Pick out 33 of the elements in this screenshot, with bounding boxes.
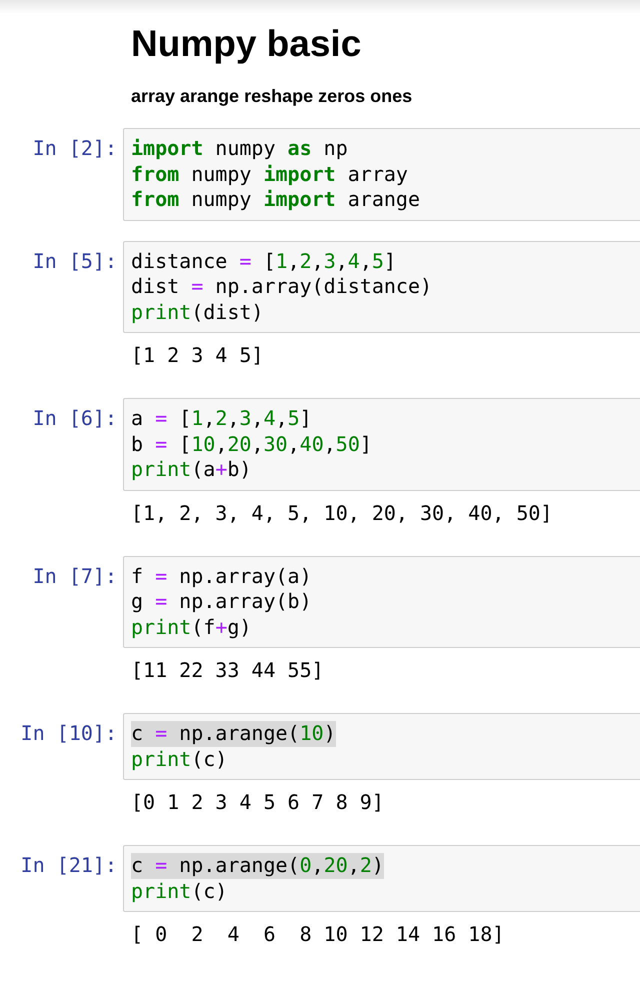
code-cell[interactable]: a = [1,2,3,4,5] b = [10,20,30,40,50] print(a+b) bbox=[123, 398, 640, 490]
code-line: import numpy as np bbox=[131, 136, 348, 162]
code-line: print(c) bbox=[131, 878, 228, 904]
code-line: g = np.array(b) bbox=[131, 589, 312, 614]
code-line: print(c) bbox=[131, 746, 228, 772]
code-cell[interactable]: f = np.array(a) g = np.array(b) print(f+g) bbox=[123, 556, 640, 648]
code-cell[interactable]: distance = [1,2,3,4,5] dist = np.array(distance) print(dist) bbox=[123, 240, 640, 333]
cell-output: [11 22 33 44 55] bbox=[131, 657, 324, 684]
cell-prompt: In [21]: bbox=[20, 852, 117, 878]
cell-output: [ 0 2 4 6 8 10 12 14 16 18] bbox=[131, 921, 504, 948]
code-line: print(dist) bbox=[131, 300, 264, 325]
notebook-subtitle: array arange reshape zeros ones bbox=[131, 85, 414, 108]
cell-prompt: In [5]: bbox=[32, 248, 117, 274]
code-line: distance = [1,2,3,4,5] bbox=[131, 248, 396, 274]
code-line: dist = np.array(distance) bbox=[131, 274, 432, 300]
code-line: f = np.array(a) bbox=[131, 564, 312, 589]
code-line: print(f+g) bbox=[131, 614, 252, 640]
cell-prompt: In [2]: bbox=[32, 135, 117, 162]
code-line: b = [10,20,30,40,50] bbox=[131, 432, 372, 457]
code-cell[interactable]: import numpy as np from numpy import array from numpy import arange bbox=[123, 128, 640, 220]
code-line: from numpy import arange bbox=[131, 187, 420, 212]
code-cell[interactable]: c = np.arange(0,20,2) print(c) bbox=[123, 845, 640, 912]
code-line: print(a+b) bbox=[131, 457, 252, 482]
code-line: a = [1,2,3,4,5] bbox=[131, 406, 312, 432]
cell-output: [1 2 3 4 5] bbox=[131, 342, 264, 369]
code-cell[interactable]: c = np.arange(10) print(c) bbox=[123, 713, 640, 780]
cell-prompt: In [7]: bbox=[32, 562, 117, 589]
cell-prompt: In [10]: bbox=[20, 720, 117, 746]
cell-output: [0 1 2 3 4 5 6 7 8 9] bbox=[131, 789, 384, 816]
cell-output: [1, 2, 3, 4, 5, 10, 20, 30, 40, 50] bbox=[131, 500, 552, 526]
code-line: from numpy import array bbox=[131, 162, 408, 187]
notebook-title: Numpy basic bbox=[131, 22, 362, 66]
cell-prompt: In [6]: bbox=[32, 405, 117, 432]
